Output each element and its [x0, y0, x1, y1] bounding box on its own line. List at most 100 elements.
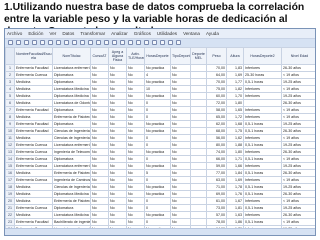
table-cell[interactable]: 1,69: [226, 71, 244, 79]
row-number[interactable]: 19: [5, 190, 15, 198]
table-cell[interactable]: No: [108, 211, 127, 219]
table-cell[interactable]: Inferiores: [243, 162, 282, 170]
table-cell[interactable]: No: [90, 204, 109, 212]
table-cell[interactable]: 1,86: [226, 218, 244, 226]
table-cell[interactable]: No: [90, 85, 109, 93]
table-cell[interactable]: 78,00: [206, 218, 227, 226]
table-cell[interactable]: No: [126, 183, 145, 191]
table-cell[interactable]: No: [90, 197, 109, 205]
table-cell[interactable]: Medicina: [14, 99, 53, 107]
table-cell[interactable]: No: [126, 78, 145, 86]
table-cell[interactable]: No: [126, 176, 145, 184]
table-cell[interactable]: No: [108, 71, 127, 79]
row-number[interactable]: 13: [5, 148, 15, 156]
table-cell[interactable]: No: [126, 155, 145, 163]
toolbar-button-icon[interactable]: [112, 40, 117, 45]
table-cell[interactable]: 19-25 años: [281, 141, 315, 149]
table-cell[interactable]: No: [170, 127, 191, 135]
table-cell[interactable]: No practica: [144, 190, 171, 198]
table-cell[interactable]: 10: [144, 85, 171, 93]
row-number[interactable]: 16: [5, 169, 15, 177]
table-cell[interactable]: No: [108, 176, 127, 184]
table-cell[interactable]: No: [90, 141, 109, 149]
table-cell[interactable]: Enfermería Cuenca: [14, 71, 53, 79]
row-number[interactable]: 5: [5, 92, 15, 100]
table-cell[interactable]: Medicina: [14, 113, 53, 121]
table-cell[interactable]: Medicina: [14, 183, 53, 191]
table-cell[interactable]: No: [90, 148, 109, 156]
table-cell[interactable]: No: [126, 85, 145, 93]
table-cell[interactable]: Inferiores: [243, 134, 282, 142]
table-cell[interactable]: 26-30 años: [281, 148, 315, 156]
table-cell[interactable]: No: [126, 106, 145, 114]
table-cell[interactable]: 0: [144, 113, 171, 121]
table-cell[interactable]: No: [108, 197, 127, 205]
table-cell[interactable]: No: [108, 169, 127, 177]
row-number[interactable]: 6: [5, 99, 15, 107]
table-cell[interactable]: < 19 años: [281, 134, 315, 142]
table-cell[interactable]: [190, 78, 207, 86]
table-cell[interactable]: 0: [144, 197, 171, 205]
table-cell[interactable]: [190, 218, 207, 226]
table-cell[interactable]: Enfermería Cuenca: [14, 176, 53, 184]
table-cell[interactable]: Inferiores: [243, 92, 282, 100]
table-cell[interactable]: No: [126, 190, 145, 198]
table-cell[interactable]: No: [90, 176, 109, 184]
toolbar-button-icon[interactable]: [48, 40, 53, 45]
table-cell[interactable]: No practica: [144, 120, 171, 128]
table-cell[interactable]: 1,80: [226, 148, 244, 156]
table-row[interactable]: 1 Enfermería Facultad Licenciatura enferme…: [5, 64, 315, 72]
table-cell[interactable]: No: [126, 197, 145, 205]
toolbar-button-icon[interactable]: [160, 40, 165, 45]
table-cell[interactable]: No: [90, 92, 109, 100]
table-cell[interactable]: No: [170, 204, 191, 212]
table-cell[interactable]: No: [108, 120, 127, 128]
table-cell[interactable]: [190, 106, 207, 114]
table-cell[interactable]: Enfermería Facultad: [14, 106, 53, 114]
table-cell[interactable]: Medicina: [14, 197, 53, 205]
row-number[interactable]: 22: [5, 211, 15, 219]
table-cell[interactable]: 0,5-1 horas: [243, 218, 282, 226]
table-cell[interactable]: No: [90, 120, 109, 128]
table-cell[interactable]: 19-25 años: [281, 162, 315, 170]
table-cell[interactable]: No: [170, 92, 191, 100]
column-header[interactable]: NomTitulac: [52, 47, 91, 65]
row-number[interactable]: 15: [5, 162, 15, 170]
table-row[interactable]: 3 Medicina Diplomatura No No No No practica No 7…: [5, 78, 315, 86]
table-cell[interactable]: Enfermería Facultad: [14, 218, 53, 226]
table-cell[interactable]: No: [108, 64, 127, 72]
menu-item-1[interactable]: Edición: [28, 31, 43, 36]
table-cell[interactable]: 1,66: [226, 162, 244, 170]
table-cell[interactable]: 26-30 años: [281, 64, 315, 72]
table-cell[interactable]: Enfermería Cuenca: [14, 162, 53, 170]
table-row[interactable]: 10 Enfermería Facultad Ciencias de Ingenie…: [5, 127, 315, 135]
toolbar-button-icon[interactable]: [128, 40, 133, 45]
table-cell[interactable]: 71,00: [206, 183, 227, 191]
table-cell[interactable]: 1,84: [226, 169, 244, 177]
table-cell[interactable]: No: [108, 218, 127, 226]
table-row[interactable]: 2 Enfermería Cuenca Diplomatura No No No 4 No 64…: [5, 71, 315, 79]
table-cell[interactable]: Licenciatura Medicina: [52, 211, 91, 219]
table-cell[interactable]: Ciencias de Ingeniería: [52, 134, 91, 142]
table-cell[interactable]: No: [170, 78, 191, 86]
row-number[interactable]: 10: [5, 127, 15, 135]
row-number[interactable]: 3: [5, 78, 15, 86]
table-cell[interactable]: 1,63: [226, 211, 244, 219]
table-cell[interactable]: 1,69: [226, 176, 244, 184]
table-cell[interactable]: Licenciatura enfermería: [52, 64, 91, 72]
table-cell[interactable]: < 19 años: [281, 218, 315, 226]
table-cell[interactable]: Enfermería Facultad: [14, 64, 53, 72]
table-cell[interactable]: 60,00: [206, 92, 227, 100]
column-header[interactable]: Activ. TLE/Horas: [126, 47, 145, 65]
table-row[interactable]: 21 Enfermería Cuenca Diplomatura No No No 0 No 7…: [5, 204, 315, 212]
table-cell[interactable]: 0: [144, 155, 171, 163]
table-cell[interactable]: 0,5-1 horas: [243, 204, 282, 212]
table-cell[interactable]: No: [90, 127, 109, 135]
table-cell[interactable]: No: [126, 64, 145, 72]
table-cell[interactable]: 1,62: [226, 134, 244, 142]
toolbar-button-icon[interactable]: [56, 40, 61, 45]
table-cell[interactable]: 68,00: [206, 127, 227, 135]
table-cell[interactable]: 1,65: [226, 106, 244, 114]
toolbar-button-icon[interactable]: [176, 40, 181, 45]
table-cell[interactable]: [190, 162, 207, 170]
